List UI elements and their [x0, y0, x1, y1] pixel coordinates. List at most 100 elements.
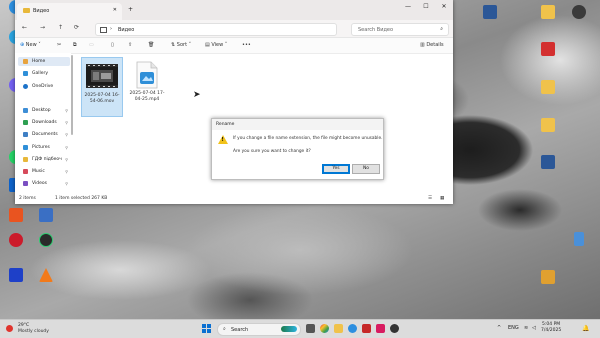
new-button[interactable]: ⊕ New ˅ [20, 42, 41, 48]
recycle-bin-icon [574, 232, 584, 246]
volume-icon[interactable]: ◁ [532, 325, 536, 331]
taskbar-search[interactable]: ⌕ Search [217, 323, 301, 336]
taskbar-search-placeholder: Search [231, 327, 249, 333]
sidebar-item-home[interactable]: Home [18, 57, 70, 66]
desktop-icon-1[interactable] [2, 208, 30, 222]
desktop-icon-user[interactable] [565, 5, 593, 19]
mouse-cursor-icon: ➤ [193, 90, 201, 100]
details-label: Details [426, 42, 444, 48]
wifi-icon[interactable]: ≋ [524, 325, 528, 331]
breadcrumb-videos[interactable]: Видео [118, 27, 134, 33]
folder-icon [23, 157, 28, 162]
sidebar-item-downloads[interactable]: Downloads ⚲ [18, 118, 70, 127]
presentation-icon [541, 270, 555, 284]
desktop-icon-word[interactable] [476, 5, 504, 19]
task-view-icon[interactable] [306, 324, 315, 333]
tray-overflow-icon[interactable]: ^ [497, 325, 501, 331]
sidebar-item-label: ГДФ підбеоч [32, 157, 62, 162]
desktop-icon-6[interactable] [32, 268, 60, 282]
cut-icon[interactable]: ✂ [57, 42, 61, 48]
no-button[interactable]: No [352, 164, 380, 174]
sidebar-item-music[interactable]: Music ⚲ [18, 167, 70, 176]
desktop-icon-4[interactable] [32, 233, 60, 247]
desktop-icon [23, 108, 28, 113]
details-view-icon[interactable]: ☰ [428, 196, 432, 201]
address-bar[interactable]: › Видео [95, 23, 337, 36]
word-icon [483, 5, 497, 19]
minimize-button[interactable]: — [399, 0, 417, 20]
sidebar-item-documents[interactable]: Documents ⚲ [18, 130, 70, 139]
sidebar-item-desktop[interactable]: Desktop ⚲ [18, 106, 70, 115]
breadcrumb-chevron-icon: › [110, 26, 112, 32]
file-item-mp4[interactable]: 2025-07-04 17-04-25.mp4 [127, 57, 167, 115]
close-button[interactable]: ✕ [435, 0, 453, 20]
app-icon[interactable] [376, 324, 385, 333]
new-tab-button[interactable]: + [128, 6, 133, 13]
back-button[interactable]: ← [22, 24, 27, 31]
edge-icon[interactable] [348, 324, 357, 333]
weather-desc: Mostly cloudy [18, 329, 49, 334]
delete-icon[interactable]: 🗑 [148, 42, 154, 48]
desktop-icon-3[interactable] [2, 233, 30, 247]
desktop-icon-5[interactable] [2, 268, 30, 282]
desktop-icon-recycle[interactable] [565, 232, 593, 246]
date: 7/4/2025 [541, 328, 562, 333]
this-pc-icon [100, 27, 107, 33]
tab-videos[interactable]: Видео ✕ [17, 3, 122, 20]
refresh-nav-button[interactable]: ⟳ [74, 24, 79, 31]
sidebar-item-label: Desktop [32, 108, 51, 113]
up-button[interactable]: ↑ [58, 24, 63, 31]
close-tab-icon[interactable]: ✕ [113, 7, 117, 13]
forward-button[interactable]: → [40, 24, 45, 31]
pin-icon: ⚲ [65, 132, 68, 137]
maximize-button[interactable]: ☐ [417, 0, 435, 20]
desktop-icon-presentation[interactable] [534, 270, 562, 284]
acrobat-icon[interactable] [362, 324, 371, 333]
sidebar-item-folder[interactable]: ГДФ підбеоч ⚲ [18, 155, 70, 164]
item-count: 2 items [19, 196, 36, 201]
plus-icon: ⊕ [20, 42, 25, 48]
rename-icon[interactable]: ▯ [111, 42, 114, 48]
folder-icon [23, 8, 30, 13]
desktop-icon-2[interactable] [32, 208, 60, 222]
opera-icon[interactable] [390, 324, 399, 333]
desktop-icon-word-2[interactable] [534, 155, 562, 169]
sidebar-item-videos[interactable]: Videos ⚲ [18, 179, 70, 188]
language-indicator[interactable]: ENG [508, 325, 519, 331]
pictures-icon [23, 145, 28, 150]
sidebar-item-gallery[interactable]: Gallery [18, 69, 70, 78]
tiles-view-icon[interactable]: ▦ [440, 196, 444, 201]
sidebar-item-pictures[interactable]: Pictures ⚲ [18, 143, 70, 152]
paste-icon[interactable]: ▭ [89, 42, 94, 48]
search-box[interactable]: Search Видео ⌕ [351, 23, 449, 36]
search-placeholder: Search Видео [358, 26, 394, 33]
more-options-button[interactable]: ••• [242, 42, 251, 48]
desktop-icon-folder-photo[interactable] [534, 5, 562, 19]
view-button[interactable]: ▤ View ˅ [205, 42, 227, 48]
notification-icon[interactable]: 🔔 [582, 325, 589, 332]
desktop-icon-pdf[interactable] [534, 42, 562, 56]
sidebar-item-onedrive[interactable]: OneDrive [18, 82, 70, 91]
file-name: 2025-07-04 16-54-06.mov [84, 93, 120, 104]
weather-icon [6, 325, 13, 332]
file-explorer-icon[interactable] [334, 324, 343, 333]
videos-icon [23, 181, 28, 186]
start-button[interactable] [202, 324, 211, 333]
copy-icon[interactable]: ⧉ [73, 42, 77, 48]
sidebar-scrollbar[interactable] [71, 55, 73, 135]
sidebar-item-label: Gallery [32, 71, 49, 76]
status-bar: 2 items 1 item selected 267 KB ☰ ▦ [15, 194, 453, 204]
file-item-mov[interactable]: 2025-07-04 16-54-06.mov [81, 57, 123, 117]
sidebar-item-label: Pictures [32, 145, 50, 150]
chrome-icon[interactable] [320, 324, 329, 333]
desktop-icon-folder-1[interactable] [534, 80, 562, 94]
clock[interactable]: 5:04 PM 7/4/2025 [541, 322, 561, 334]
desktop-icon-folder-2[interactable] [534, 118, 562, 132]
yes-button[interactable]: Yes [322, 164, 350, 174]
sidebar-item-label: Home [32, 59, 46, 64]
share-icon[interactable]: ⇪ [128, 42, 132, 48]
download-icon [23, 120, 28, 125]
onedrive-icon [23, 84, 28, 89]
details-button[interactable]: ▥ Details [420, 42, 444, 48]
sort-button[interactable]: ⇅ Sort ˅ [171, 42, 191, 48]
